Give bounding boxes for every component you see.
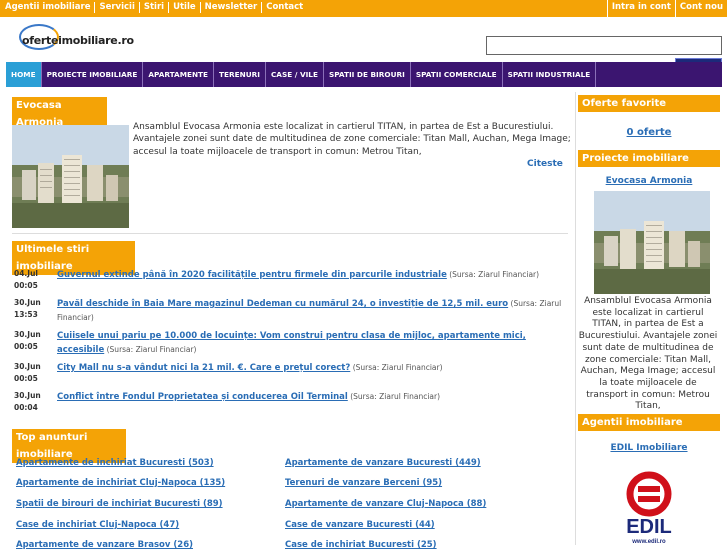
building-photo-image <box>594 191 710 294</box>
news-date-day: 04.Jul <box>14 269 38 278</box>
logo-text: oferteimobiliare.ro <box>22 34 134 47</box>
news-date-time: 00:05 <box>14 373 38 383</box>
ad-link[interactable]: Case de vanzare Bucuresti (44) <box>285 520 435 530</box>
sidebar-divider <box>575 92 576 545</box>
news-date: 30.Jun 13:53 <box>14 297 52 320</box>
top-link-agentii[interactable]: Agentii imobiliare <box>3 2 96 13</box>
nav-birouri[interactable]: SPATII DE BIROURI <box>324 62 411 87</box>
edil-logo-icon: EDIL www.edil.ro <box>626 471 672 545</box>
featured-read-more-link[interactable]: Citeste <box>527 159 563 169</box>
top-link-utile[interactable]: Utile <box>169 2 201 13</box>
news-body: Pavăl deschide în Baia Mare magazinul De… <box>57 297 569 324</box>
top-bar: Agentii imobiliare Servicii Stiri Utile … <box>0 0 727 17</box>
nav-apartamente[interactable]: APARTAMENTE <box>143 62 215 87</box>
logo-text-rest: imobiliare.ro <box>58 34 134 47</box>
ad-link[interactable]: Apartamente de vanzare Cluj-Napoca (88) <box>285 499 486 509</box>
favorites-link[interactable]: 0 oferte <box>578 127 720 138</box>
news-body: City Mall nu s-a vândut nici la 21 mil. … <box>57 361 569 375</box>
ad-link[interactable]: Apartamente de inchiriat Cluj-Napoca (13… <box>16 478 225 488</box>
account-links: Intra in cont Cont nou <box>606 0 727 17</box>
edil-logo[interactable]: EDIL www.edil.ro <box>612 468 686 545</box>
ad-link[interactable]: Case de inchiriat Cluj-Napoca (47) <box>16 520 179 530</box>
news-date-time: 00:05 <box>14 280 38 290</box>
featured-text: Ansamblul Evocasa Armonia este localizat… <box>133 122 571 157</box>
news-source: (Sursa: Ziarul Financiar) <box>352 363 443 372</box>
news-date-day: 30.Jun <box>14 330 41 339</box>
top-link-newsletter[interactable]: Newsletter <box>201 2 263 13</box>
nav-terenuri[interactable]: TERENURI <box>214 62 266 87</box>
nav-home[interactable]: HOME <box>6 62 42 87</box>
news-date: 04.Jul 00:05 <box>14 268 52 291</box>
agency-link[interactable]: EDIL Imobiliare <box>578 443 720 453</box>
edil-logo-url: www.edil.ro <box>631 539 666 545</box>
nav-filler <box>596 62 722 87</box>
ad-link[interactable]: Terenuri de vanzare Berceni (95) <box>285 478 442 488</box>
news-body: Cuiisele unui pariu pe 10.000 de locuinț… <box>57 329 569 357</box>
news-body: Conflict între Fondul Proprietatea și co… <box>57 390 569 404</box>
news-date-time: 00:05 <box>14 341 38 351</box>
nav-proiecte[interactable]: PROIECTE IMOBILIARE <box>42 62 144 87</box>
news-date-day: 30.Jun <box>14 298 41 307</box>
ad-link[interactable]: Case de inchiriat Bucuresti (25) <box>285 540 437 550</box>
news-body: Guvernul extinde până în 2020 facilități… <box>57 268 569 282</box>
project-photo[interactable] <box>594 191 710 294</box>
nav-industriale[interactable]: SPATII INDUSTRIALE <box>503 62 597 87</box>
ad-link[interactable]: Apartamente de inchiriat Bucuresti (503) <box>16 458 214 468</box>
news-date-time: 13:53 <box>14 309 38 319</box>
ad-link[interactable]: Spatii de birouri de inchiriat Bucuresti… <box>16 499 223 509</box>
nav-case-vile[interactable]: CASE / VILE <box>266 62 324 87</box>
logo-text-oferte: oferte <box>22 34 59 47</box>
top-link-contact[interactable]: Contact <box>262 2 307 13</box>
search-input[interactable] <box>486 36 722 55</box>
news-source: (Sursa: Ziarul Financiar) <box>449 270 540 279</box>
top-link-servicii[interactable]: Servicii <box>95 2 140 13</box>
divider <box>12 233 568 234</box>
projects-title: Proiecte imobiliare <box>578 150 720 167</box>
news-title-link[interactable]: Conflict între Fondul Proprietatea și co… <box>57 392 348 402</box>
top-links: Agentii imobiliare Servicii Stiri Utile … <box>3 2 307 13</box>
agencies-title: Agentii imobiliare <box>578 414 720 431</box>
register-link[interactable]: Cont nou <box>674 0 727 17</box>
featured-photo[interactable] <box>12 125 129 228</box>
ad-link[interactable]: Apartamente de vanzare Brasov (26) <box>16 540 193 550</box>
news-title-link[interactable]: Guvernul extinde până în 2020 facilități… <box>57 270 447 280</box>
news-source: (Sursa: Ziarul Financiar) <box>350 392 441 401</box>
login-link[interactable]: Intra in cont <box>606 0 675 17</box>
news-source: (Sursa: Ziarul Financiar) <box>106 345 197 354</box>
news-date-day: 30.Jun <box>14 391 41 400</box>
news-title-link[interactable]: City Mall nu s-a vândut nici la 21 mil. … <box>57 363 350 373</box>
building-photo-image <box>12 125 129 228</box>
main-nav: HOME PROIECTE IMOBILIARE APARTAMENTE TER… <box>6 62 722 87</box>
site-logo[interactable]: oferteimobiliare.ro <box>19 24 134 58</box>
news-date-day: 30.Jun <box>14 362 41 371</box>
ad-link[interactable]: Apartamente de vanzare Bucuresti (449) <box>285 458 481 468</box>
favorites-title: Oferte favorite <box>578 95 720 112</box>
edil-logo-text: EDIL <box>626 516 672 538</box>
nav-comerciale[interactable]: SPATII COMERCIALE <box>411 62 503 87</box>
news-title-link[interactable]: Pavăl deschide în Baia Mare magazinul De… <box>57 299 508 309</box>
news-date: 30.Jun 00:04 <box>14 390 52 413</box>
news-date-time: 00:04 <box>14 402 38 412</box>
news-date: 30.Jun 00:05 <box>14 329 52 352</box>
project-link[interactable]: Evocasa Armonia <box>578 176 720 186</box>
project-description: Ansamblul Evocasa Armonia este localizat… <box>578 296 718 412</box>
news-date: 30.Jun 00:05 <box>14 361 52 384</box>
top-link-stiri[interactable]: Stiri <box>140 2 170 13</box>
